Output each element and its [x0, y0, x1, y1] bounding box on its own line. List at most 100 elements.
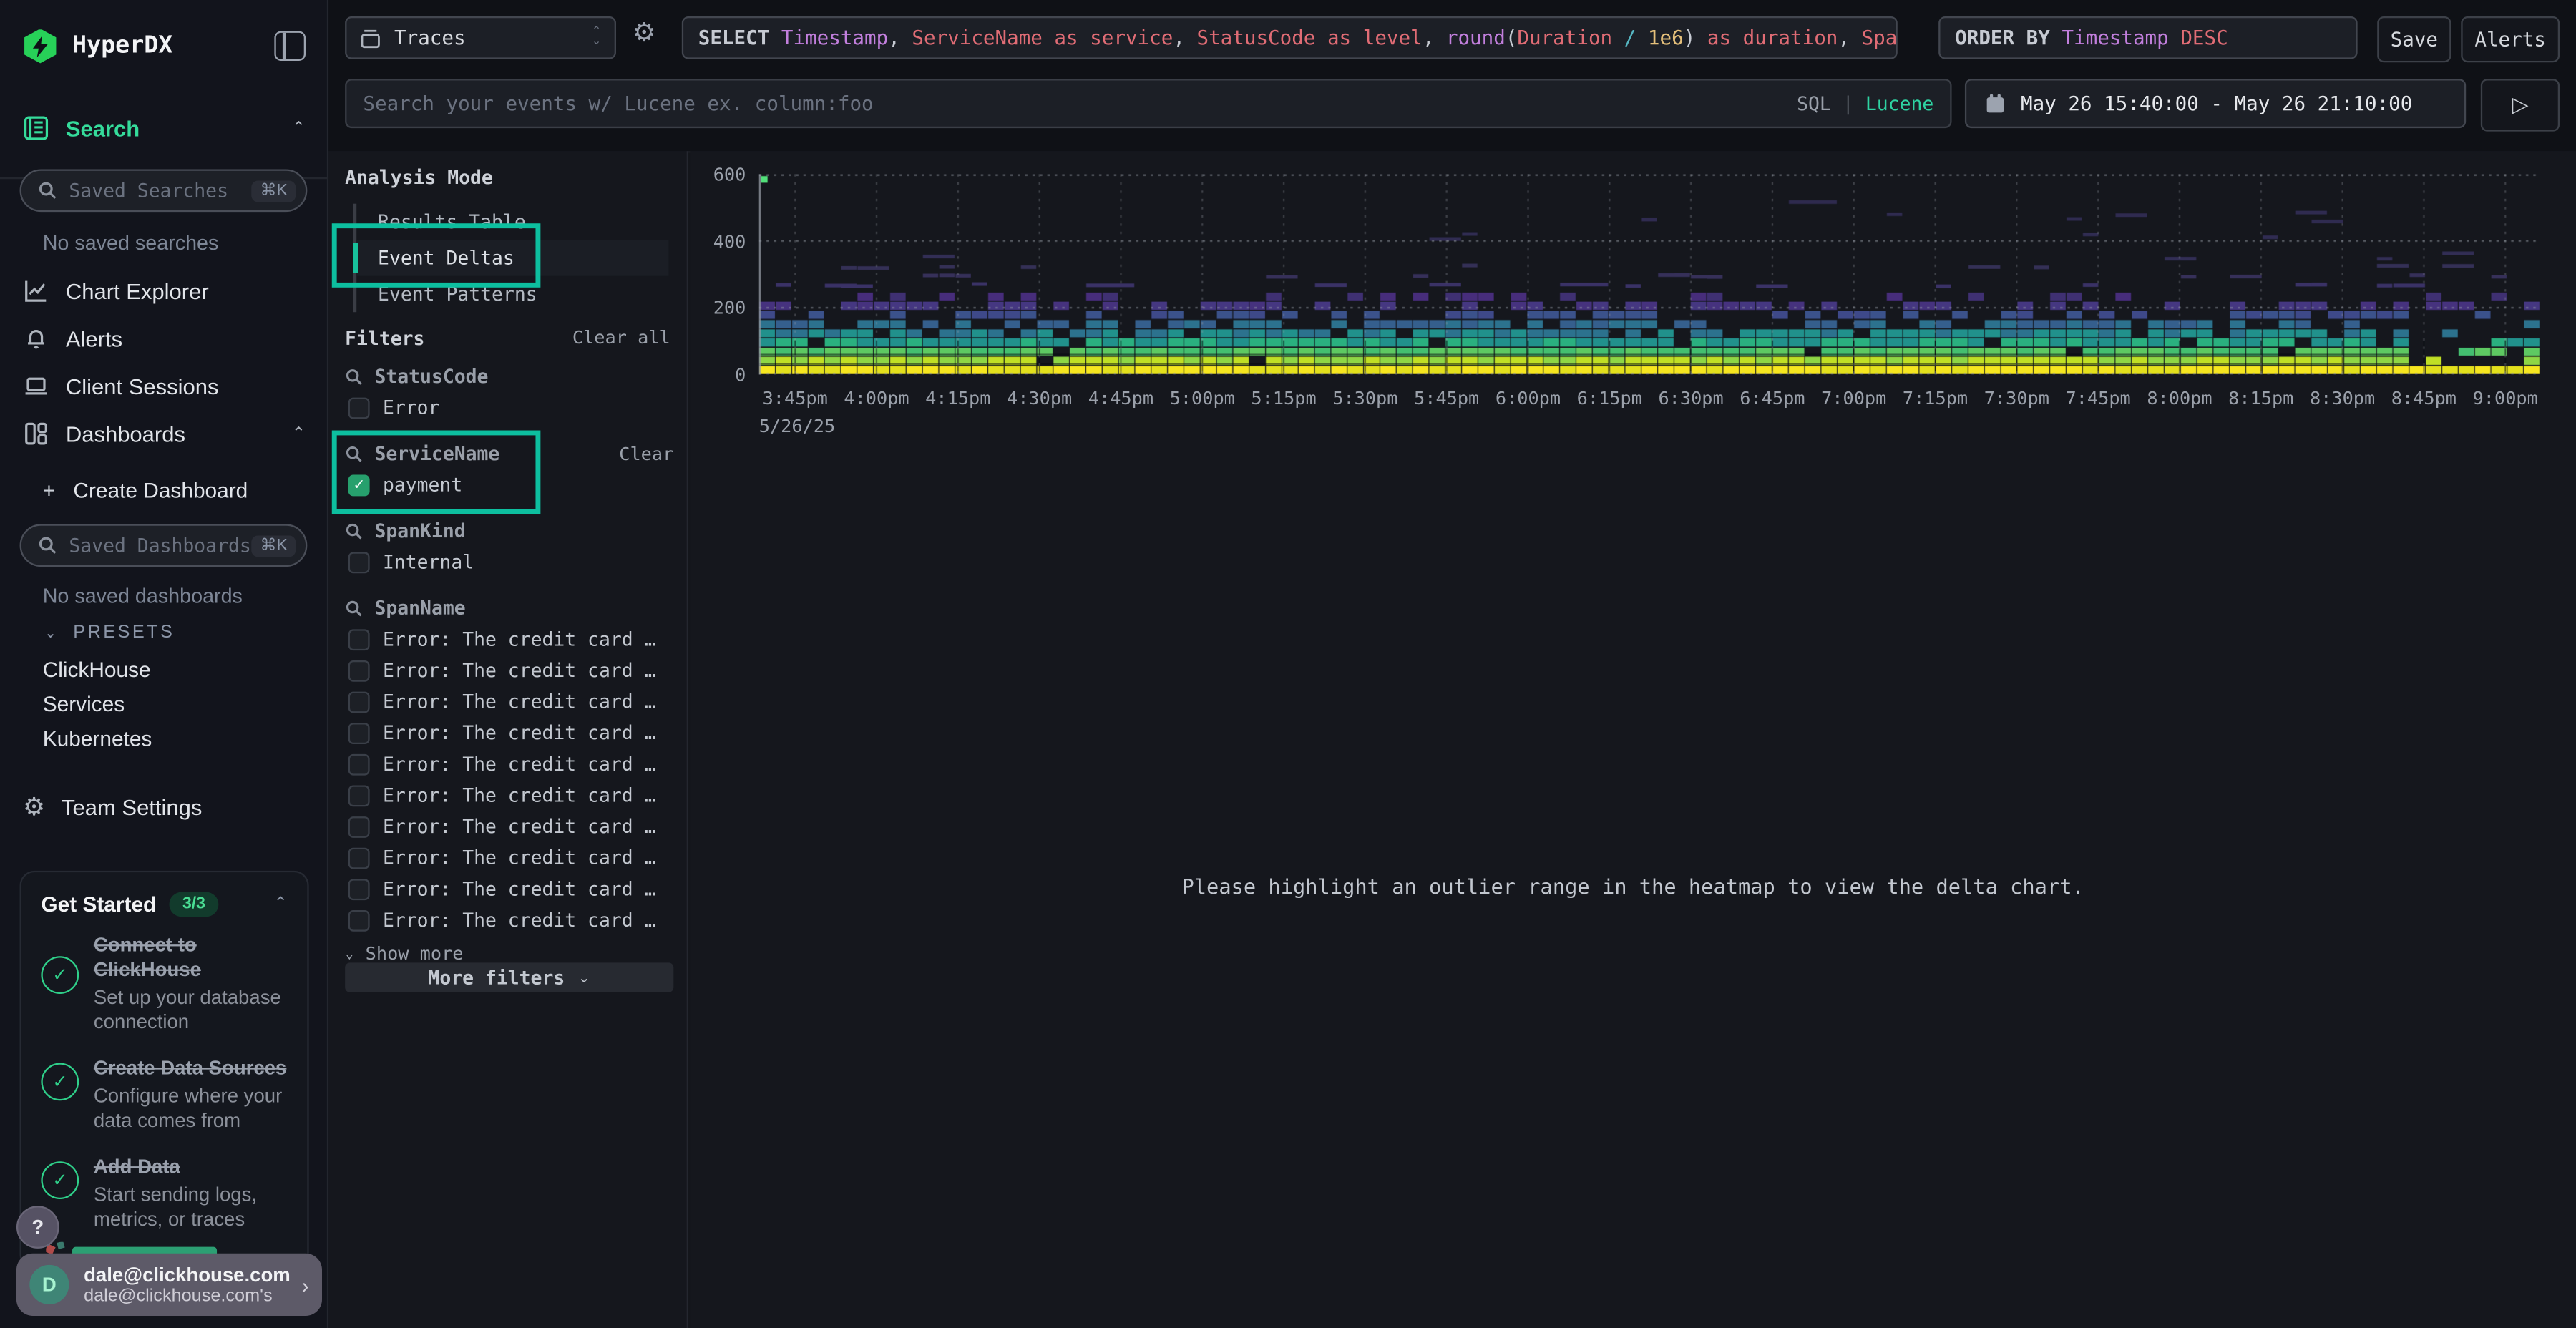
checkbox-unchecked[interactable] — [348, 396, 370, 418]
clear-all-button[interactable]: Clear all — [572, 327, 670, 348]
main-content: 6004002000 3:45pm4:00pm4:15pm4:30pm4:45p… — [690, 151, 2576, 1328]
y-axis-tick: 600 — [690, 165, 746, 186]
more-filters-button[interactable]: More filters ⌄ — [345, 962, 673, 992]
x-axis-tick: 9:00pm — [2473, 388, 2538, 409]
create-dashboard-label: Create Dashboard — [73, 477, 248, 502]
duration-heatmap[interactable] — [759, 174, 2540, 374]
filter-option-label: Error: The credit card … — [383, 721, 656, 744]
sidebar-item-dashboards[interactable]: Dashboards ⌃ — [0, 414, 328, 454]
gear-icon[interactable]: ⚙ — [633, 21, 656, 48]
filter-option[interactable]: Error: The credit card … — [348, 628, 674, 650]
chevron-down-icon: ⌄ — [578, 968, 590, 986]
sidebar-item-alerts[interactable]: Alerts — [0, 318, 328, 358]
checkbox-unchecked[interactable] — [348, 878, 370, 899]
calendar-icon — [1984, 92, 2006, 115]
get-started-header[interactable]: Get Started 3/3 ⌃ — [21, 872, 307, 917]
filter-option-label: Error: The credit card … — [383, 783, 656, 806]
user-menu[interactable]: D dale@clickhouse.com dale@clickhouse.co… — [16, 1254, 322, 1316]
analysis-mode-event-deltas[interactable]: Event Deltas — [356, 240, 668, 276]
search-section-icon — [23, 115, 49, 142]
date-range-picker[interactable]: May 26 15:40:00 - May 26 21:10:00 — [1965, 79, 2466, 128]
filter-option-label: Error: The credit card … — [383, 753, 656, 776]
preset-clickhouse[interactable]: ClickHouse — [0, 654, 328, 683]
lucene-search-input[interactable]: Search your events w/ Lucene ex. column:… — [345, 79, 1951, 128]
step-title: Create Data Sources — [94, 1056, 288, 1080]
x-axis-tick: 6:00pm — [1496, 388, 1561, 409]
filter-option[interactable]: Error: The credit card … — [348, 721, 674, 744]
checkbox-checked[interactable]: ✓ — [348, 474, 370, 495]
filter-option[interactable]: Error: The credit card … — [348, 909, 674, 932]
alerts-label: Alerts — [2474, 28, 2546, 51]
x-axis-tick: 6:45pm — [1740, 388, 1805, 409]
filter-option[interactable]: Error: The credit card … — [348, 815, 674, 838]
get-started-step[interactable]: ✓Connect to ClickHouseSet up your databa… — [41, 933, 287, 1035]
topbar: Traces ⌃⌄ ⚙ SELECT Timestamp, ServiceNam… — [328, 0, 2576, 153]
sidebar-item-team-settings[interactable]: ⚙ Team Settings — [0, 787, 328, 826]
y-axis-tick: 0 — [690, 365, 746, 386]
preset-services[interactable]: Services — [0, 688, 328, 718]
checkbox-unchecked[interactable] — [348, 722, 370, 743]
check-circle-icon: ✓ — [41, 1063, 79, 1100]
chevron-up-icon[interactable]: ⌃ — [292, 119, 306, 137]
preset-kubernetes[interactable]: Kubernetes — [0, 723, 328, 752]
get-started-step[interactable]: ✓Create Data SourcesConfigure where your… — [41, 1056, 287, 1133]
filter-option[interactable]: Error: The credit card … — [348, 877, 674, 900]
sidebar: HyperDX Search ⌃ Saved Searches ⌘K No sa… — [0, 0, 328, 1328]
filter-option[interactable]: Error: The credit card … — [348, 690, 674, 713]
save-button[interactable]: Save — [2377, 16, 2451, 62]
filter-option-label: Error: The credit card … — [383, 659, 656, 682]
show-more-button[interactable]: ⌄Show more — [345, 943, 673, 965]
sidebar-item-chart-explorer[interactable]: Chart Explorer — [0, 271, 328, 311]
get-started-step[interactable]: ✓Add DataStart sending logs, metrics, or… — [41, 1155, 287, 1232]
analysis-mode-results-table[interactable]: Results Table — [356, 204, 668, 240]
chevron-up-icon[interactable]: ⌃ — [292, 424, 306, 442]
mode-divider: | — [1843, 92, 1854, 115]
create-dashboard-button[interactable]: + Create Dashboard — [0, 475, 328, 504]
x-axis-tick: 5:30pm — [1332, 388, 1397, 409]
checkbox-unchecked[interactable] — [348, 660, 370, 681]
source-select[interactable]: Traces ⌃⌄ — [345, 16, 616, 59]
kbd-shortcut: ⌘K — [252, 534, 296, 556]
clear-filter-button[interactable]: Clear — [619, 443, 673, 464]
checkbox-unchecked[interactable] — [348, 628, 370, 650]
analysis-mode-event-patterns[interactable]: Event Patterns — [356, 276, 668, 313]
saved-searches-input[interactable]: Saved Searches ⌘K — [20, 169, 308, 212]
order-by-input[interactable]: ORDER BY Timestamp DESC — [1938, 16, 2357, 59]
filter-option[interactable]: Error — [348, 396, 674, 419]
x-axis-tick: 7:30pm — [1984, 388, 2049, 409]
checkbox-unchecked[interactable] — [348, 816, 370, 837]
filter-option[interactable]: Internal — [348, 550, 674, 573]
help-button[interactable]: ? — [16, 1206, 59, 1249]
alerts-button[interactable]: Alerts — [2461, 16, 2560, 62]
filter-option[interactable]: Error: The credit card … — [348, 783, 674, 806]
search-icon — [345, 444, 363, 462]
sidebar-collapse-icon[interactable] — [274, 31, 306, 61]
sidebar-item-search[interactable]: Search ⌃ — [0, 109, 328, 148]
presets-toggle[interactable]: ⌄ PRESETS — [0, 620, 328, 646]
checkbox-unchecked[interactable] — [348, 753, 370, 775]
sql-select-input[interactable]: SELECT Timestamp, ServiceName as service… — [682, 16, 1898, 59]
kbd-shortcut: ⌘K — [252, 180, 296, 201]
hyperdx-logo-icon — [23, 29, 57, 63]
select-chevrons-icon: ⌃⌄ — [592, 28, 601, 48]
check-circle-icon: ✓ — [41, 956, 79, 994]
checkbox-unchecked[interactable] — [348, 847, 370, 869]
saved-dashboards-input[interactable]: Saved Dashboards ⌘K — [20, 524, 308, 567]
sidebar-item-client-sessions[interactable]: Client Sessions — [0, 366, 328, 406]
filter-group-name: SpanName — [374, 596, 465, 619]
filter-option[interactable]: ✓payment — [348, 473, 674, 496]
chevron-up-icon[interactable]: ⌃ — [274, 895, 288, 913]
app-title: HyperDX — [72, 33, 172, 59]
checkbox-unchecked[interactable] — [348, 551, 370, 572]
run-query-button[interactable]: ▷ — [2481, 79, 2560, 131]
checkbox-unchecked[interactable] — [348, 784, 370, 806]
filter-group-name: StatusCode — [374, 365, 488, 388]
checkbox-unchecked[interactable] — [348, 690, 370, 712]
filter-option[interactable]: Error: The credit card … — [348, 753, 674, 776]
checkbox-unchecked[interactable] — [348, 909, 370, 931]
filter-option[interactable]: Error: The credit card … — [348, 846, 674, 869]
filter-option[interactable]: Error: The credit card … — [348, 659, 674, 682]
mode-lucene-toggle[interactable]: Lucene — [1865, 92, 1933, 115]
mode-sql-toggle[interactable]: SQL — [1797, 92, 1831, 115]
filter-group-servicename: ServiceNameClear✓payment — [345, 442, 673, 497]
